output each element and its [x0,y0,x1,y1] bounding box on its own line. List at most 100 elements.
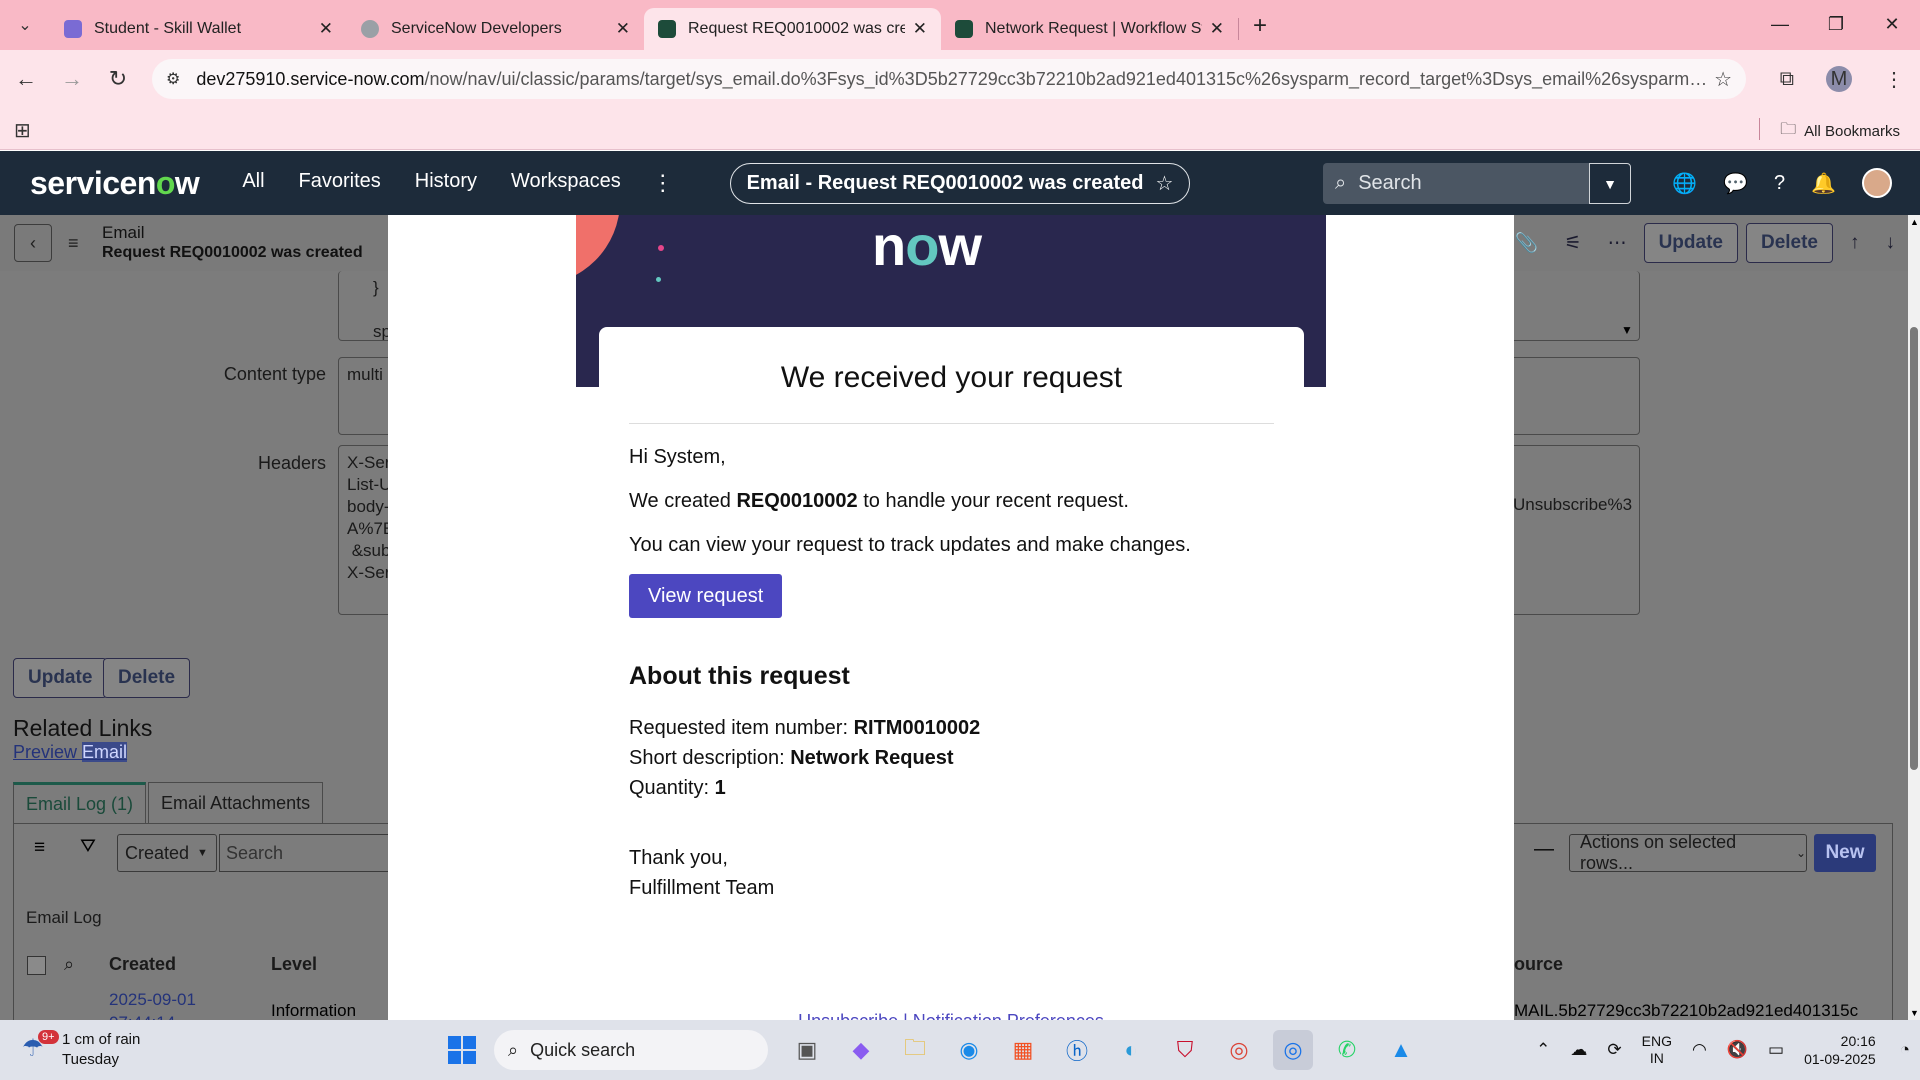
close-tab-icon[interactable]: ✕ [913,19,927,39]
url-bar[interactable]: ⚙ dev275910.service-now.com/now/nav/ui/c… [152,59,1746,99]
browser-tab[interactable]: Student - Skill Wallet ✕ [50,8,347,50]
preview-email-link[interactable]: Preview Email [13,742,128,763]
all-bookmarks-button[interactable]: 🗀 All Bookmarks [1780,118,1900,145]
store-app-icon[interactable]: ◉ [949,1030,989,1070]
previous-record-icon[interactable]: ↑ [1850,232,1860,254]
form-context-menu-icon[interactable]: ≡ [68,233,79,254]
task-view-icon[interactable]: ▣ [787,1030,827,1070]
qty-label: Quantity: [629,777,715,799]
browser-tab-active[interactable]: Request REQ0010002 was creat ✕ [644,8,941,50]
site-settings-icon[interactable]: ⚙ [166,69,180,89]
delete-button-bottom[interactable]: Delete [103,658,191,698]
nav-all[interactable]: All [242,170,264,196]
tab-title: ServiceNow Developers [391,20,562,37]
show-hidden-icons-icon[interactable]: ⌃ [1536,1040,1550,1060]
preview-text: Preview [13,742,83,762]
nav-workspaces[interactable]: Workspaces [511,170,621,196]
file-explorer-icon[interactable]: 🗀 [895,1030,935,1070]
chrome-profile-icon[interactable]: ◎ [1273,1030,1313,1070]
notifications-bell-icon[interactable]: 🔔 [1811,171,1836,196]
taskbar-search[interactable]: ⌕ Quick search [494,1030,768,1070]
column-search-icon[interactable]: ⌕ [64,954,74,975]
new-button[interactable]: New [1814,834,1876,872]
close-tab-icon[interactable]: ✕ [616,19,630,39]
collapse-icon[interactable]: — [1534,838,1554,861]
copilot-icon[interactable]: ◆ [841,1030,881,1070]
column-source[interactable]: ource [1514,954,1563,975]
close-tab-icon[interactable]: ✕ [319,19,333,39]
next-record-icon[interactable]: ↓ [1886,232,1896,254]
personalize-icon[interactable]: ⚟ [1565,232,1582,255]
wifi-icon[interactable]: ◠ [1692,1040,1707,1060]
restore-icon[interactable]: ❐ [1808,0,1864,48]
onedrive-icon[interactable]: ☁ [1570,1040,1587,1060]
whatsapp-icon[interactable]: ✆ [1327,1030,1367,1070]
forward-icon[interactable]: → [52,59,92,99]
language-indicator[interactable]: ENG IN [1642,1033,1672,1067]
speaker-muted-icon[interactable]: 🔇 [1727,1040,1748,1060]
favorite-star-icon[interactable]: ☆ [1155,171,1173,196]
search-scope-dropdown[interactable]: ▼ [1589,163,1631,204]
scroll-down-icon[interactable]: ▼ [1621,323,1633,337]
actions-select[interactable]: Actions on selected rows... ⌄ [1569,832,1807,873]
attachment-icon[interactable]: 📎 [1515,231,1539,255]
hp-icon[interactable]: ⓗ [1057,1030,1097,1070]
column-created[interactable]: Created [109,954,176,975]
profile-avatar[interactable]: M [1826,66,1852,92]
minimize-icon[interactable]: — [1752,0,1808,48]
clock[interactable]: 20:16 01-09-2025 [1804,1032,1876,1068]
weather-widget[interactable]: ☂ 9+ 1 cm of rain Tuesday [22,1030,140,1070]
column-level[interactable]: Level [271,954,317,975]
servicenow-logo[interactable]: servicenow [30,165,200,202]
microsoft-store-icon[interactable]: ▦ [1003,1030,1043,1070]
back-button[interactable]: ‹ [14,224,52,262]
reload-icon[interactable]: ↻ [98,59,138,99]
browser-tab[interactable]: Network Request | Workflow St ✕ [941,8,1238,50]
headers-label: Headers [257,453,326,473]
select-all-checkbox[interactable] [27,956,46,975]
edge-icon[interactable]: ◐ [1111,1030,1151,1070]
more-menu-icon[interactable]: ⋮ [652,170,674,196]
page-scrollbar[interactable]: ▲ ▼ [1908,215,1920,1020]
windows-start-icon[interactable] [448,1036,476,1064]
update-button-bottom[interactable]: Update [13,658,108,698]
close-window-icon[interactable]: ✕ [1864,0,1920,48]
new-tab-icon[interactable]: + [1253,12,1267,40]
tab-email-log[interactable]: Email Log (1) [13,782,147,823]
user-avatar[interactable] [1862,168,1892,198]
nav-history[interactable]: History [415,170,477,196]
cell-created-link[interactable]: 2025-09-01 07:44:14 [109,988,196,1020]
scroll-down-arrow-icon[interactable]: ▼ [1910,1008,1919,1018]
sync-icon[interactable]: ⟳ [1607,1040,1621,1060]
list-search-input[interactable]: Search [219,834,399,872]
notification-icon[interactable]: ◔ [1900,1040,1910,1060]
tab-search-icon[interactable]: ⌄ [0,0,50,50]
photos-icon[interactable]: ▲ [1381,1030,1421,1070]
email-footer-links[interactable]: Unsubscribe | Notification Preferences [388,1011,1514,1020]
chat-icon[interactable]: 💬 [1723,171,1748,196]
close-tab-icon[interactable]: ✕ [1210,19,1224,39]
battery-icon[interactable]: ▭ [1768,1040,1784,1060]
tab-email-attachments[interactable]: Email Attachments [148,782,324,823]
filter-icon[interactable]: ⛛ [80,836,96,858]
global-search-input[interactable]: ⌕ Search [1323,163,1593,204]
nav-favorites[interactable]: Favorites [299,170,381,196]
update-button[interactable]: Update [1643,223,1738,263]
scroll-up-icon[interactable]: ▲ [1910,217,1919,227]
chrome-icon[interactable]: ◎ [1219,1030,1259,1070]
apps-grid-icon[interactable]: ⊞ [14,118,31,143]
more-options-icon[interactable]: ⋯ [1608,232,1627,255]
view-request-button[interactable]: View request [629,574,783,618]
bookmark-star-icon[interactable]: ☆ [1714,67,1732,92]
back-icon[interactable]: ← [6,59,46,99]
extensions-icon[interactable]: ⧉ [1780,68,1794,91]
search-field-select[interactable]: Created ▼ [117,834,217,872]
globe-icon[interactable]: 🌐 [1672,171,1697,196]
scrollbar-thumb[interactable] [1910,327,1918,770]
browser-tab[interactable]: ServiceNow Developers ✕ [347,8,644,50]
browser-menu-icon[interactable]: ⋮ [1884,67,1904,92]
help-icon[interactable]: ? [1774,172,1785,195]
delete-button[interactable]: Delete [1745,223,1833,263]
list-menu-icon[interactable]: ≡ [34,837,45,859]
mcafee-icon[interactable]: ⛉ [1165,1030,1205,1070]
